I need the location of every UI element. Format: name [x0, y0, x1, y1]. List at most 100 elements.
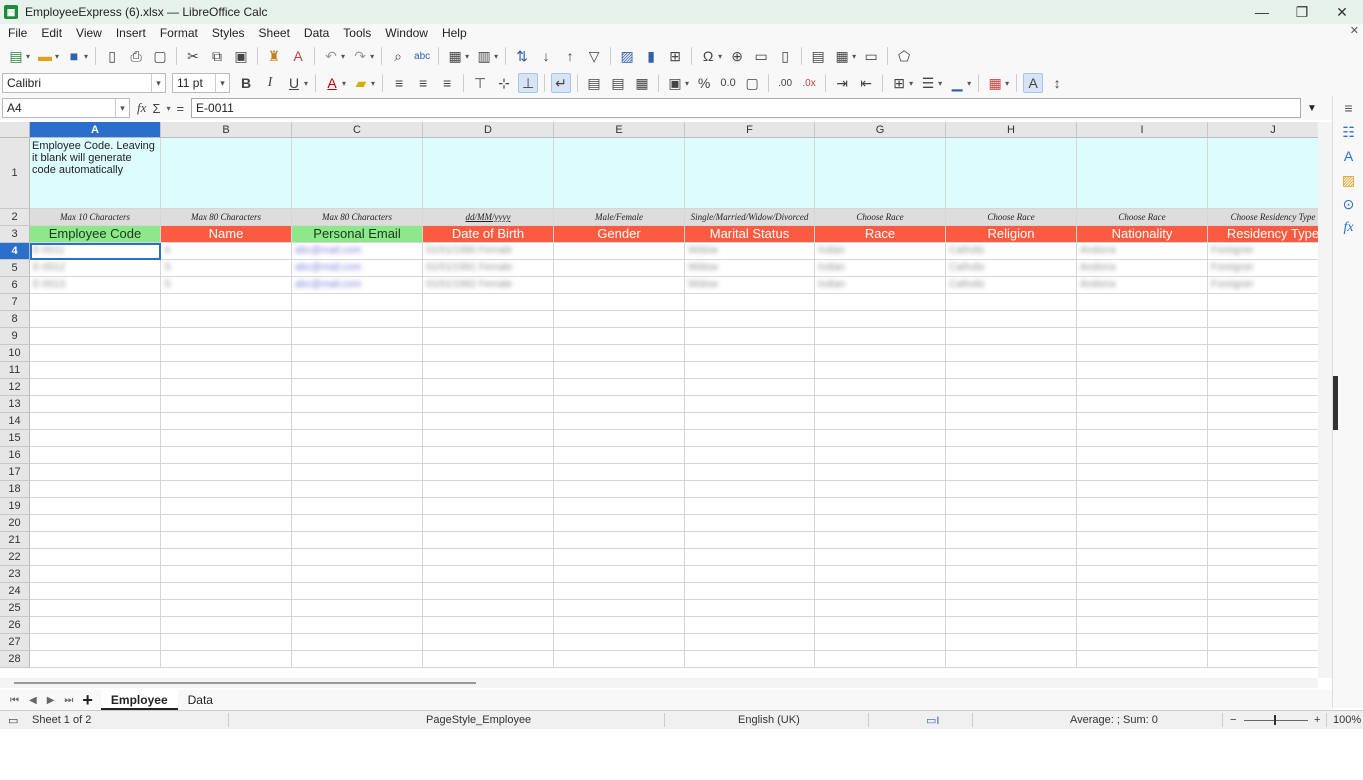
borders-icon[interactable]: ⊞: [889, 73, 909, 93]
empty-cell[interactable]: [946, 634, 1077, 651]
print-preview-icon[interactable]: ▢: [150, 46, 170, 66]
hint-cell[interactable]: Single/Married/Widow/Divorced: [685, 209, 815, 226]
align-left-icon[interactable]: ≡: [389, 73, 409, 93]
restore-button[interactable]: ❐: [1282, 0, 1322, 24]
new-dropdown-icon[interactable]: ▾: [26, 52, 30, 61]
empty-cell[interactable]: [30, 362, 161, 379]
column-header-d[interactable]: D: [423, 122, 554, 138]
empty-cell[interactable]: [946, 413, 1077, 430]
menu-file[interactable]: File: [0, 26, 33, 40]
empty-cell[interactable]: [815, 566, 946, 583]
empty-cell[interactable]: [30, 294, 161, 311]
empty-cell[interactable]: [161, 600, 292, 617]
empty-cell[interactable]: [554, 464, 685, 481]
empty-cell[interactable]: [946, 481, 1077, 498]
data-cell[interactable]: Indian: [815, 243, 946, 260]
empty-cell[interactable]: [946, 498, 1077, 515]
vertical-text-icon[interactable]: ↕: [1047, 73, 1067, 93]
data-cell[interactable]: Catholic: [946, 277, 1077, 294]
empty-cell[interactable]: [161, 464, 292, 481]
empty-cell[interactable]: [815, 345, 946, 362]
zoom-level[interactable]: 100%: [1333, 714, 1361, 726]
empty-cell[interactable]: [292, 481, 423, 498]
row-header-20[interactable]: 20: [0, 515, 30, 532]
unmerge-cells-icon[interactable]: ▦: [632, 73, 652, 93]
border-style-icon[interactable]: ☰: [918, 73, 938, 93]
empty-cell[interactable]: [292, 634, 423, 651]
data-cell[interactable]: 01/01/1992 Female: [423, 277, 554, 294]
empty-cell[interactable]: [30, 532, 161, 549]
column-header-h[interactable]: H: [946, 122, 1077, 138]
header-cell[interactable]: Name: [161, 226, 292, 243]
empty-cell[interactable]: [815, 583, 946, 600]
pivot-table-icon[interactable]: ⊞: [665, 46, 685, 66]
empty-cell[interactable]: [423, 294, 554, 311]
hint-cell[interactable]: Choose Race: [1077, 209, 1208, 226]
data-cell[interactable]: S: [161, 260, 292, 277]
column-header-f[interactable]: F: [685, 122, 815, 138]
empty-cell[interactable]: [554, 583, 685, 600]
empty-cell[interactable]: [423, 498, 554, 515]
empty-cell[interactable]: [292, 600, 423, 617]
empty-cell[interactable]: [1077, 515, 1208, 532]
row-header-12[interactable]: 12: [0, 379, 30, 396]
save-icon[interactable]: ■: [64, 46, 84, 66]
data-cell[interactable]: E-0012: [30, 260, 161, 277]
header-cell[interactable]: Date of Birth: [423, 226, 554, 243]
find-replace-icon[interactable]: ⌕: [388, 46, 408, 66]
empty-cell[interactable]: [554, 447, 685, 464]
empty-cell[interactable]: [423, 583, 554, 600]
empty-cell[interactable]: [815, 311, 946, 328]
header-cell[interactable]: Marital Status: [685, 226, 815, 243]
column-header-b[interactable]: B: [161, 122, 292, 138]
empty-cell[interactable]: [1077, 481, 1208, 498]
note-cell[interactable]: [685, 138, 815, 209]
empty-cell[interactable]: [815, 515, 946, 532]
empty-cell[interactable]: [554, 600, 685, 617]
empty-cell[interactable]: [1077, 328, 1208, 345]
center-vertically-icon[interactable]: ⊹: [494, 73, 514, 93]
horizontal-scrollbar[interactable]: [0, 678, 1318, 688]
next-sheet-icon[interactable]: ▶: [47, 695, 55, 706]
empty-cell[interactable]: [554, 617, 685, 634]
show-draw-functions-icon[interactable]: ⬠: [894, 46, 914, 66]
wrap-text-icon[interactable]: ↵: [551, 73, 572, 93]
menu-styles[interactable]: Styles: [204, 26, 251, 40]
row-header-25[interactable]: 25: [0, 600, 30, 617]
empty-cell[interactable]: [292, 651, 423, 668]
empty-cell[interactable]: [1208, 311, 1318, 328]
empty-cell[interactable]: [423, 515, 554, 532]
empty-cell[interactable]: [1077, 549, 1208, 566]
empty-cell[interactable]: [161, 345, 292, 362]
empty-cell[interactable]: [423, 532, 554, 549]
empty-cell[interactable]: [1077, 566, 1208, 583]
special-character-dropdown-icon[interactable]: ▾: [718, 52, 722, 61]
open-dropdown-icon[interactable]: ▾: [55, 52, 59, 61]
column-header-c[interactable]: C: [292, 122, 423, 138]
empty-cell[interactable]: [1077, 532, 1208, 549]
empty-cell[interactable]: [554, 413, 685, 430]
empty-cell[interactable]: [815, 328, 946, 345]
underline-dropdown-icon[interactable]: ▾: [304, 79, 308, 88]
empty-cell[interactable]: [30, 617, 161, 634]
zoom-out-icon[interactable]: −: [1230, 714, 1236, 726]
empty-cell[interactable]: [815, 294, 946, 311]
data-cell[interactable]: 01/01/1990 Female: [423, 243, 554, 260]
sum-icon[interactable]: Σ: [152, 101, 160, 116]
sort-ascending-icon[interactable]: ↓: [536, 46, 556, 66]
hint-cell[interactable]: Max 80 Characters: [161, 209, 292, 226]
empty-cell[interactable]: [30, 498, 161, 515]
empty-cell[interactable]: [554, 311, 685, 328]
empty-cell[interactable]: [1077, 379, 1208, 396]
conditional-format-icon[interactable]: ▦: [985, 73, 1005, 93]
row-header-17[interactable]: 17: [0, 464, 30, 481]
row-header-10[interactable]: 10: [0, 345, 30, 362]
data-cell[interactable]: Widow: [685, 243, 815, 260]
undo-dropdown-icon[interactable]: ▾: [341, 52, 345, 61]
empty-cell[interactable]: [685, 464, 815, 481]
empty-cell[interactable]: [161, 532, 292, 549]
empty-cell[interactable]: [292, 617, 423, 634]
header-cell[interactable]: Employee Code: [30, 226, 161, 243]
minimize-button[interactable]: —: [1242, 0, 1282, 24]
data-cell[interactable]: Catholic: [946, 243, 1077, 260]
